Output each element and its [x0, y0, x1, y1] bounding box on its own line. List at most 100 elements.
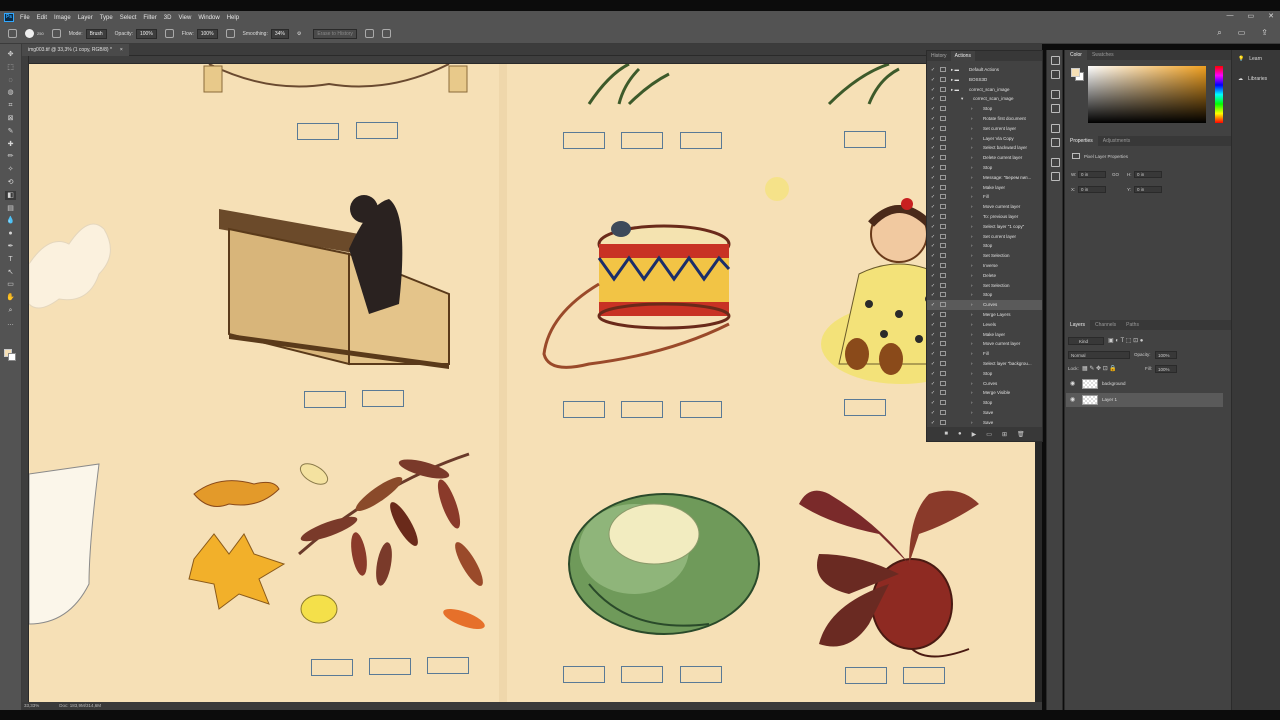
gradient-tool-icon[interactable]: ▤ [5, 204, 16, 213]
action-row[interactable]: ✓ › Select layer "1 copy" [927, 222, 1042, 232]
dialog-toggle-icon[interactable] [940, 282, 946, 288]
toggle-check-icon[interactable]: ✓ [930, 251, 936, 261]
expand-arrow-icon[interactable]: › [971, 163, 973, 173]
pressure-size-icon[interactable] [364, 29, 374, 38]
toggle-check-icon[interactable]: ✓ [930, 379, 936, 389]
expand-arrow-icon[interactable]: › [971, 251, 973, 261]
tab-adjustments[interactable]: Adjustments [1098, 136, 1136, 146]
action-row[interactable]: ✓ › Set current layer [927, 124, 1042, 134]
lasso-tool-icon[interactable]: ◌ [5, 76, 16, 85]
dialog-toggle-icon[interactable] [940, 390, 946, 396]
move-tool-icon[interactable]: ✥ [5, 50, 16, 59]
toggle-check-icon[interactable]: ✓ [930, 290, 936, 300]
dialog-toggle-icon[interactable] [940, 184, 946, 190]
eraser-tool-icon[interactable] [8, 29, 17, 38]
dialog-toggle-icon[interactable] [940, 233, 946, 239]
action-row[interactable]: ✓ › Set Selection [927, 281, 1042, 291]
dialog-toggle-icon[interactable] [940, 96, 946, 102]
expand-arrow-icon[interactable]: › [971, 408, 973, 418]
foreground-color-swatch[interactable] [1071, 68, 1080, 77]
expand-arrow-icon[interactable]: › [971, 104, 973, 114]
expand-arrow-icon[interactable]: › [971, 134, 973, 144]
action-row[interactable]: ✓ › Curves [927, 300, 1042, 311]
visibility-eye-icon[interactable]: ◉ [1070, 377, 1075, 391]
zoom-readout[interactable]: 33,33% [24, 702, 39, 710]
dialog-toggle-icon[interactable] [940, 223, 946, 229]
toggle-check-icon[interactable]: ✓ [930, 310, 936, 320]
type-tool-icon[interactable]: T [5, 255, 16, 264]
tab-paths[interactable]: Paths [1121, 320, 1144, 330]
close-window-icon[interactable]: ✕ [1268, 12, 1274, 20]
path-select-tool-icon[interactable]: ↖ [5, 268, 16, 277]
character-icon[interactable] [1051, 124, 1060, 133]
folder-icon[interactable]: ▸ ▬ [951, 75, 959, 85]
blend-mode-select[interactable]: Normal [1068, 351, 1130, 359]
toggle-check-icon[interactable]: ✓ [930, 271, 936, 281]
horizontal-ruler[interactable] [29, 56, 1035, 64]
action-row[interactable]: ✓ › Stop [927, 104, 1042, 114]
action-row[interactable]: ✓ › Merge Layers [927, 310, 1042, 320]
dialog-toggle-icon[interactable] [940, 272, 946, 278]
dialog-toggle-icon[interactable] [940, 174, 946, 180]
menu-view[interactable]: View [178, 15, 191, 21]
height-field[interactable]: 0 in [1134, 171, 1162, 178]
tab-history[interactable]: History [927, 51, 951, 61]
dialog-toggle-icon[interactable] [940, 116, 946, 121]
action-row[interactable]: ✓ › Stop [927, 369, 1042, 379]
action-row[interactable]: ✓ › Stop [927, 163, 1042, 173]
share-icon[interactable]: ⇪ [1261, 28, 1268, 38]
action-row[interactable]: ✓ › Fill [927, 192, 1042, 202]
zoom-tool-icon[interactable]: ⌕ [5, 306, 16, 315]
tab-channels[interactable]: Channels [1090, 320, 1121, 330]
dialog-toggle-icon[interactable] [940, 312, 946, 317]
toggle-check-icon[interactable]: ✓ [930, 104, 936, 114]
action-row[interactable]: ✓ › Select layer "backgrou... [927, 359, 1042, 369]
dialog-toggle-icon[interactable] [940, 400, 946, 406]
action-row[interactable]: ✓ › Merge Visible [927, 388, 1042, 398]
toggle-check-icon[interactable]: ✓ [930, 65, 936, 75]
expand-arrow-icon[interactable]: › [971, 388, 973, 398]
action-row[interactable]: ✓ › Save [927, 408, 1042, 418]
expand-arrow-icon[interactable]: › [971, 310, 973, 320]
menu-type[interactable]: Type [100, 15, 113, 21]
dialog-toggle-icon[interactable] [940, 76, 946, 82]
toggle-check-icon[interactable]: ✓ [930, 163, 936, 173]
expand-arrow-icon[interactable]: › [971, 114, 973, 124]
navigator-icon[interactable] [1051, 172, 1060, 181]
toggle-check-icon[interactable]: ✓ [930, 212, 936, 222]
toggle-check-icon[interactable]: ✓ [930, 143, 936, 153]
history-icon[interactable] [1051, 56, 1060, 65]
expand-arrow-icon[interactable]: › [971, 143, 973, 153]
action-row[interactable]: ✓ › Move current layer [927, 202, 1042, 212]
dialog-toggle-icon[interactable] [940, 410, 946, 415]
action-row[interactable]: ✓ › Delete [927, 271, 1042, 281]
expand-arrow-icon[interactable]: › [971, 359, 973, 369]
action-row[interactable]: ✓ › Fill [927, 349, 1042, 359]
expand-arrow-icon[interactable]: › [971, 320, 973, 330]
expand-arrow-icon[interactable]: › [971, 379, 973, 389]
blur-tool-icon[interactable]: 💧 [5, 216, 16, 225]
workspace-icon[interactable]: ▭ [1238, 28, 1246, 38]
visibility-eye-icon[interactable]: ◉ [1070, 393, 1075, 407]
dialog-toggle-icon[interactable] [940, 145, 946, 151]
toggle-check-icon[interactable]: ✓ [930, 222, 936, 232]
color-picker-field[interactable] [1088, 66, 1206, 123]
menu-select[interactable]: Select [120, 15, 137, 21]
settings-gear-icon[interactable]: ⚙ [297, 31, 301, 37]
toggle-check-icon[interactable]: ✓ [930, 75, 936, 85]
toggle-check-icon[interactable]: ✓ [930, 349, 936, 359]
toggle-check-icon[interactable]: ✓ [930, 398, 936, 408]
smoothing-field[interactable]: 34% [270, 28, 289, 39]
expand-arrow-icon[interactable]: › [971, 290, 973, 300]
menu-3d[interactable]: 3D [164, 15, 172, 21]
expand-arrow-icon[interactable]: › [971, 202, 973, 212]
menu-image[interactable]: Image [54, 15, 71, 21]
expand-arrow-icon[interactable]: › [971, 173, 973, 183]
toggle-check-icon[interactable]: ✓ [930, 408, 936, 418]
tab-swatches[interactable]: Swatches [1087, 50, 1119, 60]
hue-slider[interactable] [1215, 66, 1223, 123]
dodge-tool-icon[interactable]: ● [5, 229, 16, 238]
toggle-check-icon[interactable]: ✓ [930, 300, 936, 310]
minimize-icon[interactable]: — [1227, 12, 1234, 20]
toggle-check-icon[interactable]: ✓ [930, 94, 936, 104]
